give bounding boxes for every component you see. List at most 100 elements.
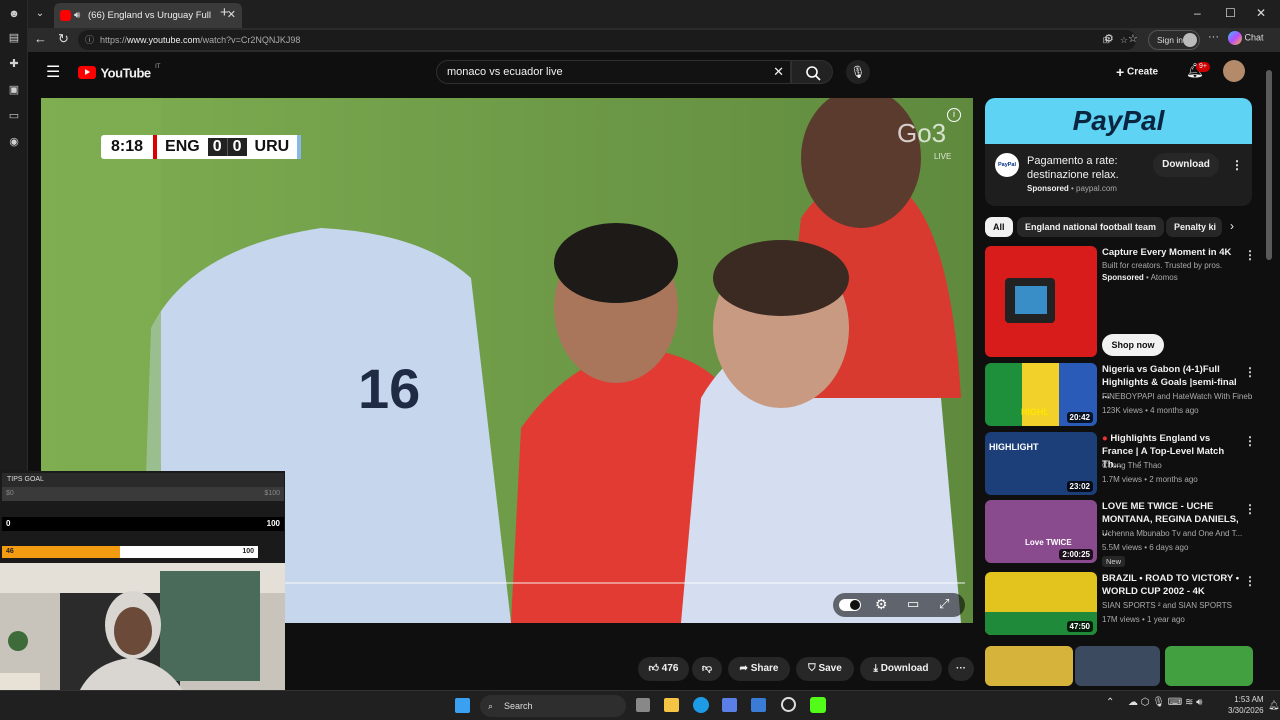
url-path: /watch?v=Cr2NQNJKJ98	[200, 35, 301, 45]
favorites-icon[interactable]: ☆	[1128, 32, 1138, 45]
chip-penalty[interactable]: Penalty ki	[1166, 217, 1222, 237]
clock[interactable]: 1:53 AM 3/30/2026	[1228, 694, 1264, 716]
speaker-icon[interactable]: 🔊︎	[74, 3, 80, 28]
profile-icon[interactable]: ☻	[6, 6, 22, 22]
video-thumbnail[interactable]: HIGHLIGHT 23:02	[985, 432, 1097, 495]
maximize-icon[interactable]: ☐	[1225, 6, 1236, 20]
video-title[interactable]: BRAZIL • ROAD TO VICTORY • WORLD CUP 200…	[1102, 572, 1242, 598]
ad-download-button[interactable]: Download	[1153, 153, 1219, 177]
save-button[interactable]: ⛉ Save	[796, 657, 854, 681]
media-icon[interactable]: ◉	[6, 134, 22, 150]
plus-icon: +	[1116, 64, 1125, 80]
ad-more-icon[interactable]: ⋮	[1231, 158, 1243, 172]
tips-goal-label: TIPS GOAL	[2, 473, 284, 487]
url-prefix: https://	[100, 35, 128, 45]
tray-chevron-icon[interactable]: ⌃	[1106, 697, 1114, 708]
ad-sponsored-label: Sponsored	[1027, 184, 1069, 193]
item-more-icon[interactable]: ⋮	[1244, 574, 1256, 588]
more-options-icon[interactable]: ···	[1208, 31, 1219, 43]
close-window-icon[interactable]: ✕	[1256, 6, 1266, 20]
video-duration: 20:42	[1066, 412, 1093, 423]
ad-thumbnail[interactable]	[985, 246, 1097, 357]
taskbar-search-input[interactable]: ⌕ Search	[480, 695, 626, 717]
start-windows-icon[interactable]	[455, 698, 470, 713]
ad-domain: paypal.com	[1076, 184, 1117, 193]
favorite-star-icon[interactable]: ☆	[1120, 30, 1128, 50]
video-channel[interactable]: FINEBOYPAPI and HateWatch With Fineb...	[1102, 391, 1252, 402]
kick-app-icon[interactable]	[810, 697, 826, 713]
ad-video-title[interactable]: Capture Every Moment in 4K	[1102, 246, 1242, 259]
youtube-logo[interactable]: YouTube IT	[78, 64, 160, 82]
sign-in-button[interactable]: Sign in	[1148, 30, 1200, 50]
download-label: Download	[880, 663, 929, 674]
match-clock: 8:18	[111, 138, 144, 155]
like-button[interactable]: 👍︎ 476	[638, 657, 689, 681]
refresh-icon[interactable]: ↻	[58, 31, 69, 47]
new-tab-button[interactable]: +	[220, 4, 229, 21]
video-thumbnail[interactable]: 47:50	[985, 572, 1097, 635]
item-more-icon[interactable]: ⋮	[1244, 248, 1256, 262]
wallet-icon[interactable]: ▭	[6, 108, 22, 124]
create-button[interactable]: + Create	[1116, 64, 1158, 80]
search-button[interactable]	[791, 60, 833, 84]
item-more-icon[interactable]: ⋮	[1244, 434, 1256, 448]
video-thumbnail[interactable]: HIGHL 20:42	[985, 363, 1097, 426]
info-icon[interactable]: i	[947, 108, 961, 122]
notification-center-icon[interactable]: 🔔︎	[1268, 700, 1279, 711]
account-avatar[interactable]	[1223, 60, 1245, 82]
chip-all[interactable]: All	[985, 217, 1013, 237]
store-icon[interactable]	[722, 698, 737, 712]
obs-icon[interactable]	[781, 697, 796, 712]
video-channel[interactable]: Cuong Thể Thao	[1102, 460, 1252, 471]
video-duration: 47:50	[1066, 621, 1093, 632]
tips-goal-amounts: $0 $100	[2, 487, 284, 501]
chip-england[interactable]: England national football team	[1017, 217, 1165, 237]
page-scrollbar[interactable]	[1266, 70, 1272, 260]
chips-next-chevron-icon[interactable]: ›	[1230, 219, 1234, 233]
bar2-max: 100	[242, 548, 254, 555]
file-explorer-icon[interactable]	[664, 698, 679, 712]
search-input[interactable]: monaco vs ecuador live ✕	[436, 60, 791, 84]
voice-search-icon[interactable]: 🎙︎	[846, 60, 870, 84]
video-channel[interactable]: Uchenna Mbunabo Tv and One And T...	[1102, 528, 1252, 539]
item-more-icon[interactable]: ⋮	[1244, 365, 1256, 379]
video-thumbnail[interactable]	[1075, 646, 1160, 686]
minimize-icon[interactable]: –	[1194, 6, 1201, 20]
progress-bar[interactable]	[281, 582, 965, 584]
home-score: 0	[207, 138, 227, 156]
extensions-puzzle-icon[interactable]: ⚙	[1104, 32, 1114, 45]
clear-search-icon[interactable]: ✕	[773, 61, 784, 83]
shopping-icon[interactable]: ▣	[6, 82, 22, 98]
tab-youtube[interactable]: 🔊︎ (66) England vs Uruguay Full ✕	[54, 3, 242, 28]
autoplay-toggle[interactable]	[839, 599, 861, 611]
system-tray-icons[interactable]: ☁ ⬡ 🎙︎ ⌨ ≋ 🔊︎	[1128, 697, 1202, 708]
like-count: 476	[661, 663, 679, 674]
video-thumbnail[interactable]	[985, 646, 1073, 686]
menu-icon[interactable]: ☰	[46, 62, 60, 82]
clock-date: 3/30/2026	[1228, 706, 1264, 715]
share-button[interactable]: ➦ Share	[728, 657, 790, 681]
extensions-icon[interactable]: ✚	[6, 56, 22, 72]
back-icon[interactable]: ←	[34, 31, 47, 46]
video-thumbnail[interactable]: Love TWICE 2:00:25	[985, 500, 1097, 563]
edge-browser-icon[interactable]	[693, 697, 709, 713]
video-thumbnail[interactable]	[1165, 646, 1253, 686]
dislike-button[interactable]: 👎︎	[692, 657, 722, 681]
more-actions-button[interactable]: ···	[948, 657, 974, 681]
miniplayer-icon[interactable]: ▭	[907, 596, 919, 612]
tab-actions-icon[interactable]: ▤	[6, 30, 22, 46]
item-more-icon[interactable]: ⋮	[1244, 502, 1256, 516]
tab-list-chevron-icon[interactable]: ⌄	[32, 6, 48, 22]
settings-gear-icon[interactable]: ⚙	[875, 596, 888, 613]
ad-card[interactable]: PayPal PayPal Pagamento a rate: destinaz…	[985, 98, 1252, 206]
youtube-wordmark: YouTube	[100, 65, 151, 81]
task-view-icon[interactable]	[636, 698, 650, 712]
site-info-icon[interactable]: ⓘ	[85, 30, 94, 50]
fullscreen-icon[interactable]: ⤢	[939, 596, 949, 612]
shop-now-button[interactable]: Shop now	[1102, 334, 1164, 356]
download-button[interactable]: ⤓ Download	[860, 657, 942, 681]
video-channel[interactable]: SIAN SPORTS ² and SIAN SPORTS	[1102, 600, 1252, 611]
mail-icon[interactable]	[751, 698, 766, 712]
url-field[interactable]: ⓘ https://www.youtube.com/watch?v=Cr2NQN…	[78, 30, 1136, 50]
copilot-chat-button[interactable]: Chat	[1228, 31, 1264, 45]
